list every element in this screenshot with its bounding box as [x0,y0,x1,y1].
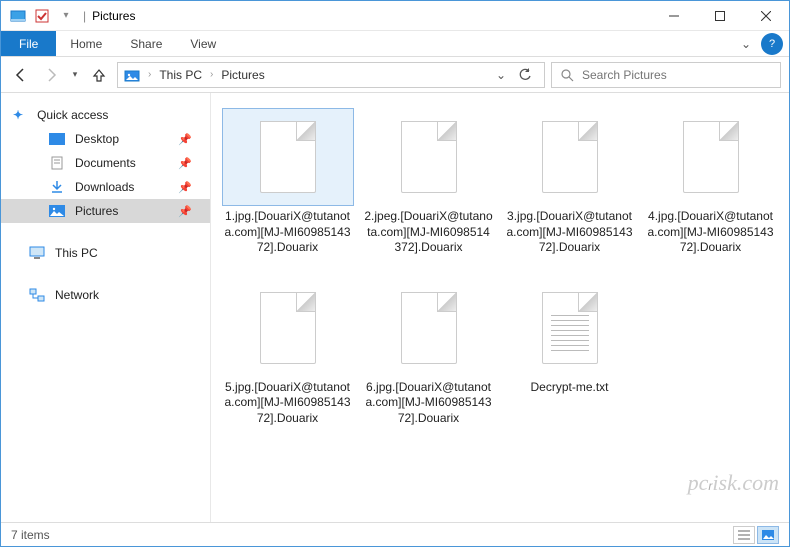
chevron-right-icon[interactable]: › [210,69,213,80]
sidebar-item-downloads[interactable]: Downloads 📌 [1,175,210,199]
back-button[interactable] [9,63,33,87]
sidebar-this-pc[interactable]: This PC [1,241,210,265]
documents-label: Documents [75,156,136,170]
network-icon [29,287,45,303]
tab-home[interactable]: Home [56,31,116,56]
file-item[interactable]: 6.jpg.[DouariX@tutanota.com][MJ-MI609851… [362,280,495,427]
title-separator: | [83,9,86,23]
pin-icon: 📌 [178,181,192,194]
thumbnails-view-button[interactable] [757,526,779,544]
generic-file-icon [260,121,316,193]
address-bar[interactable]: › This PC › Pictures ⌄ [117,62,545,88]
explorer-icon [7,5,29,27]
file-label: Decrypt-me.txt [528,380,610,396]
tab-share[interactable]: Share [116,31,176,56]
pictures-label: Pictures [75,204,118,218]
help-icon[interactable]: ? [761,33,783,55]
tab-view[interactable]: View [176,31,230,56]
navigation-pane: ✦ Quick access Desktop 📌 Documents 📌 Dow… [1,93,211,522]
close-button[interactable] [743,1,789,31]
pin-icon: 📌 [178,133,192,146]
file-thumbnail [364,109,494,205]
breadcrumb-pictures[interactable]: Pictures [221,68,264,82]
quick-access-toolbar: ▾ [1,5,77,27]
expand-ribbon-icon[interactable]: ⌄ [735,33,757,55]
address-dropdown-icon[interactable]: ⌄ [496,68,506,82]
sidebar-item-documents[interactable]: Documents 📌 [1,151,210,175]
file-thumbnail [223,280,353,376]
quick-access-label: Quick access [37,108,108,122]
file-item[interactable]: 1.jpg.[DouariX@tutanota.com][MJ-MI609851… [221,109,354,256]
window-controls [651,1,789,31]
status-item-count: 7 items [11,528,50,542]
title-bar: ▾ | Pictures [1,1,789,31]
search-box[interactable] [551,62,781,88]
documents-icon [49,155,65,171]
file-label: 4.jpg.[DouariX@tutanota.com][MJ-MI609851… [644,209,777,256]
sidebar-network[interactable]: Network [1,283,210,307]
sidebar-quick-access[interactable]: ✦ Quick access [1,103,210,127]
quick-access-icon: ✦ [13,108,23,122]
downloads-label: Downloads [75,180,134,194]
navigation-bar: ▾ › This PC › Pictures ⌄ [1,57,789,93]
chevron-right-icon[interactable]: › [148,69,151,80]
file-thumbnail [505,109,635,205]
files-grid: 1.jpg.[DouariX@tutanota.com][MJ-MI609851… [221,109,779,427]
refresh-icon[interactable] [518,68,532,82]
sidebar-item-pictures[interactable]: Pictures 📌 [1,199,210,223]
downloads-icon [49,179,65,195]
recent-dropdown-icon[interactable]: ▾ [69,63,81,87]
text-file-icon [542,292,598,364]
file-item[interactable]: 5.jpg.[DouariX@tutanota.com][MJ-MI609851… [221,280,354,427]
network-label: Network [55,288,99,302]
generic-file-icon [260,292,316,364]
computer-icon [29,245,45,261]
status-bar: 7 items [1,522,789,546]
sidebar-item-desktop[interactable]: Desktop 📌 [1,127,210,151]
file-thumbnail [223,109,353,205]
forward-button[interactable] [39,63,63,87]
file-thumbnail [505,280,635,376]
generic-file-icon [542,121,598,193]
file-label: 2.jpeg.[DouariX@tutanota.com][MJ-MI60985… [362,209,495,256]
file-label: 6.jpg.[DouariX@tutanota.com][MJ-MI609851… [362,380,495,427]
minimize-button[interactable] [651,1,697,31]
file-thumbnail [364,280,494,376]
file-item[interactable]: 4.jpg.[DouariX@tutanota.com][MJ-MI609851… [644,109,777,256]
search-input[interactable] [582,68,772,82]
window-title: Pictures [92,9,135,23]
maximize-button[interactable] [697,1,743,31]
pictures-folder-icon [124,67,140,83]
pin-icon: 📌 [178,205,192,218]
up-button[interactable] [87,63,111,87]
breadcrumb-this-pc[interactable]: This PC [159,68,202,82]
file-thumbnail [646,109,776,205]
file-item[interactable]: Decrypt-me.txt [503,280,636,427]
file-label: 3.jpg.[DouariX@tutanota.com][MJ-MI609851… [503,209,636,256]
content-pane[interactable]: 1.jpg.[DouariX@tutanota.com][MJ-MI609851… [211,93,789,522]
generic-file-icon [401,292,457,364]
file-label: 5.jpg.[DouariX@tutanota.com][MJ-MI609851… [221,380,354,427]
file-item[interactable]: 3.jpg.[DouariX@tutanota.com][MJ-MI609851… [503,109,636,256]
watermark: pcrisk.com [688,470,779,496]
pin-icon: 📌 [178,157,192,170]
tab-file[interactable]: File [1,31,56,56]
pictures-icon [49,203,65,219]
ribbon: File Home Share View ⌄ ? [1,31,789,57]
file-item[interactable]: 2.jpeg.[DouariX@tutanota.com][MJ-MI60985… [362,109,495,256]
qat-dropdown-icon[interactable]: ▾ [55,5,77,27]
this-pc-label: This PC [55,246,98,260]
details-view-button[interactable] [733,526,755,544]
generic-file-icon [683,121,739,193]
properties-icon[interactable] [31,5,53,27]
search-icon [560,68,574,82]
desktop-label: Desktop [75,132,119,146]
file-label: 1.jpg.[DouariX@tutanota.com][MJ-MI609851… [221,209,354,256]
desktop-icon [49,131,65,147]
generic-file-icon [401,121,457,193]
